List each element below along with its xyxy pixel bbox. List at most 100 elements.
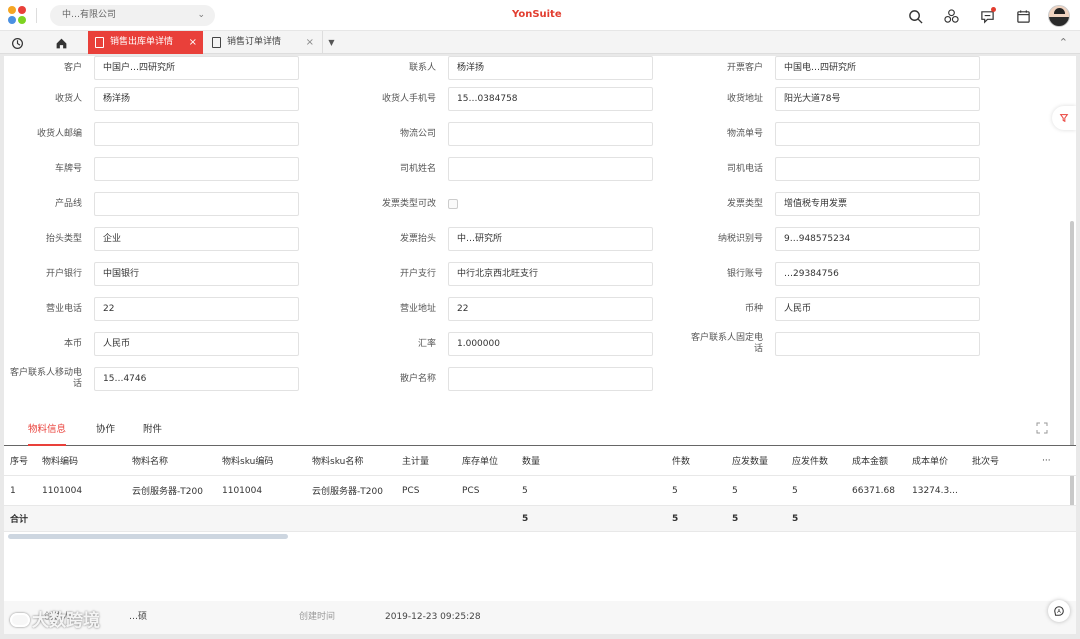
watermark-text: 大数跨境 [32,611,100,631]
table-cell: 5 [732,485,738,496]
column-header[interactable]: 主计量 [402,446,429,475]
field-input[interactable]: 增值税专用发票 [775,192,980,216]
field-input[interactable]: 中国户…四研究所 [94,56,299,80]
field-label: 纳税识别号 [717,233,763,244]
tab-material-info[interactable]: 物料信息 [28,422,67,446]
close-icon[interactable]: × [306,31,314,54]
tab-sales-order-detail[interactable]: 销售订单详情 × [205,31,320,54]
field-label: 司机姓名 [399,163,436,174]
search-icon[interactable] [904,5,926,27]
form-row: 开户银行 中国银行 开户支行 中行北京西北旺支行 银行账号 …29384756 [4,262,1076,290]
column-header[interactable]: 物料sku名称 [312,446,363,475]
column-header[interactable]: 成本金额 [852,446,888,475]
table-cell: 1101004 [42,485,83,496]
field-label: 车牌号 [54,163,82,174]
tab-overflow-button[interactable]: ▼ [322,31,340,54]
column-header[interactable]: 库存单位 [462,446,498,475]
material-grid: 序号 物料编码 物料名称 物料sku编码 物料sku名称 主计量 库存单位 数量 件数 应发数量应… [4,446,1076,532]
column-header[interactable]: 应发件数 [792,446,828,475]
table-cell: 5 [792,485,798,496]
column-header[interactable]: 物料名称 [132,446,168,475]
column-header[interactable]: 应发数量 [732,446,768,475]
tab-attachments[interactable]: 附件 [143,422,162,446]
column-header[interactable]: 数量 [522,446,540,475]
field-label: 发票类型 [726,198,763,209]
field-input[interactable]: 企业 [94,227,299,251]
apps-icon[interactable] [940,5,962,27]
calendar-icon[interactable] [1012,5,1034,27]
detail-content: 客户 中国户…四研究所 联系人 杨洋扬 开票客户 中国电…四研究所 收货人 杨洋扬 收货人手机号… [4,56,1076,634]
table-cell: 1 [10,485,16,496]
org-selector[interactable]: 中…有限公司 ⌄ [50,5,215,26]
notification-dot [991,7,996,12]
field-input[interactable] [94,192,299,216]
field-input[interactable]: 15…4746 [94,367,299,391]
tab-sales-outbound-detail[interactable]: 销售出库单详情 × [88,31,203,54]
column-header[interactable]: ··· [1042,446,1051,475]
tab-collaboration[interactable]: 协作 [96,422,115,446]
column-header[interactable]: 序号 [10,446,28,475]
watermark: 大数跨境 [10,606,100,631]
form-row: 客户 中国户…四研究所 联系人 杨洋扬 开票客户 中国电…四研究所 [4,56,1076,84]
column-header[interactable]: 件数 [672,446,690,475]
chevron-up-icon[interactable]: ⌃ [1059,31,1068,54]
field-input[interactable]: 阳光大道78号 [775,87,980,111]
field-input[interactable] [775,157,980,181]
form-row: 收货人 杨洋扬 收货人手机号 15…0384758 收货地址 阳光大道78号 [4,87,1076,115]
field-input[interactable]: 9…948575234 [775,227,980,251]
field-label: 司机电话 [726,163,763,174]
table-cell: 66371.68 [852,485,895,496]
field-label: 开户支行 [399,268,436,279]
tab-label: 销售订单详情 [227,37,282,47]
column-header[interactable]: 物料编码 [42,446,78,475]
column-header[interactable]: 成本单价 [912,446,948,475]
side-float-button[interactable] [1052,106,1076,130]
field-input[interactable] [94,157,299,181]
field-input[interactable]: 杨洋扬 [448,56,653,80]
table-cell: 合计 [10,515,29,525]
field-input[interactable] [448,122,653,146]
field-input[interactable]: 中国电…四研究所 [775,56,980,80]
horizontal-scrollbar[interactable] [8,534,288,539]
field-label: 发票类型可改 [381,198,436,209]
field-input[interactable]: 中…研究所 [448,227,653,251]
field-input[interactable] [448,367,653,391]
field-input[interactable]: 22 [448,297,653,321]
field-input[interactable] [94,122,299,146]
field-input[interactable]: 1.000000 [448,332,653,356]
field-label: 营业电话 [45,303,82,314]
app-logo[interactable] [8,6,28,26]
field-input[interactable]: 人民币 [775,297,980,321]
close-icon[interactable]: × [189,31,197,54]
field-input[interactable]: 人民币 [94,332,299,356]
table-cell: 5 [672,485,678,496]
form-row: 营业电话 22 营业地址 22 币种 人民币 [4,297,1076,325]
field-input[interactable]: 15…0384758 [448,87,653,111]
field-input[interactable]: …29384756 [775,262,980,286]
help-icon[interactable]: A [1048,600,1070,622]
column-header[interactable]: 批次号 [972,446,999,475]
field-input[interactable]: 22 [94,297,299,321]
field-input[interactable]: 杨洋扬 [94,87,299,111]
field-checkbox[interactable] [448,199,458,209]
history-icon[interactable] [8,34,26,52]
top-actions [904,4,1070,28]
home-icon[interactable] [52,34,70,52]
table-total-row[interactable]: 合计 5 5 5 5 [4,506,1076,532]
field-input[interactable] [448,157,653,181]
field-label: 产品线 [54,198,82,209]
field-label: 客户联系人移动电话 [9,368,82,389]
table-row[interactable]: 1 1101004 云创服务器-T200 1101004 云创服务器-T200 PCS PC… [4,476,1076,506]
field-input[interactable]: 中国银行 [94,262,299,286]
field-input[interactable]: 中行北京西北旺支行 [448,262,653,286]
column-header[interactable]: 物料sku编码 [222,446,273,475]
field-label: 本币 [63,338,82,349]
field-input[interactable] [775,332,980,356]
field-input[interactable] [775,122,980,146]
message-icon[interactable] [976,5,998,27]
record-footer: 创建人 …硕 创建时间 2019-12-23 09:25:28 [4,601,1076,634]
field-label: 收货人 [54,93,82,104]
expand-icon[interactable] [1036,422,1048,434]
user-avatar[interactable] [1048,5,1070,27]
watermark-logo-icon [10,613,30,627]
